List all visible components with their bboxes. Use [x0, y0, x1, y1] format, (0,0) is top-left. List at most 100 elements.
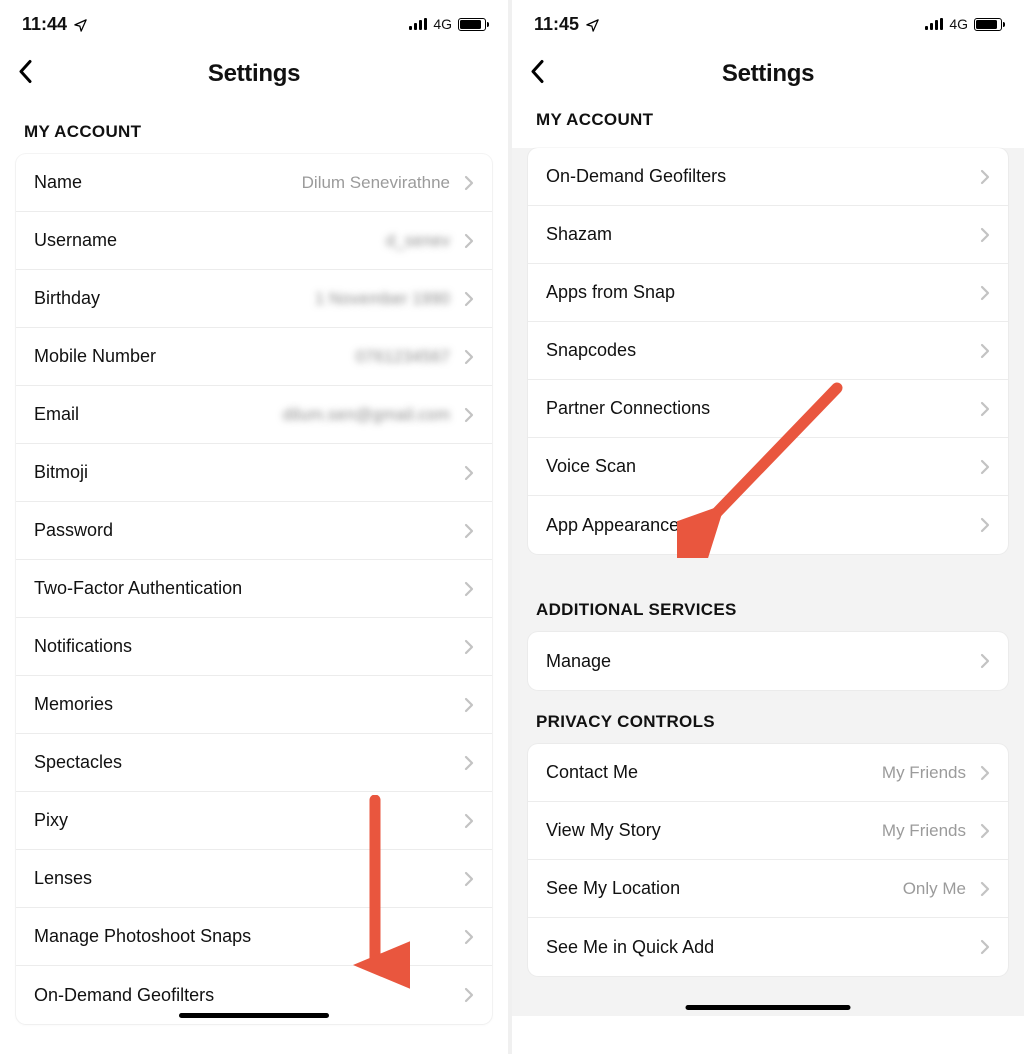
- list-item-label: Manage: [546, 651, 611, 672]
- list-item-label: Mobile Number: [34, 346, 156, 367]
- back-button[interactable]: [530, 60, 545, 89]
- list-item[interactable]: Password: [16, 502, 492, 560]
- screen-right: 11:45 4G Settings MY ACCOUNT On-Demand G…: [512, 0, 1024, 1054]
- list-item-label: Shazam: [546, 224, 612, 245]
- chevron-right-icon: [980, 285, 990, 301]
- list-item-label: Spectacles: [34, 752, 122, 773]
- list-item[interactable]: Apps from Snap: [528, 264, 1008, 322]
- chevron-right-icon: [980, 459, 990, 475]
- list-item[interactable]: App Appearance: [528, 496, 1008, 554]
- list-item-value: My Friends: [882, 821, 966, 841]
- list-item-value: Only Me: [903, 879, 966, 899]
- list-item-label: Snapcodes: [546, 340, 636, 361]
- section-header-my-account: MY ACCOUNT: [0, 100, 508, 154]
- list-item-value: 1 November 1990: [315, 289, 450, 309]
- list-item[interactable]: Shazam: [528, 206, 1008, 264]
- chevron-right-icon: [464, 175, 474, 191]
- home-indicator: [179, 1013, 329, 1018]
- section-header-my-account: MY ACCOUNT: [512, 100, 1024, 142]
- list-item-label: Memories: [34, 694, 113, 715]
- chevron-right-icon: [464, 697, 474, 713]
- list-item-label: Password: [34, 520, 113, 541]
- chevron-right-icon: [464, 929, 474, 945]
- list-item[interactable]: Manage Photoshoot Snaps: [16, 908, 492, 966]
- signal-icon: [925, 18, 943, 30]
- chevron-right-icon: [980, 823, 990, 839]
- settings-list: NameDilum SenevirathneUsernamed_senevBir…: [16, 154, 492, 1024]
- chevron-right-icon: [980, 343, 990, 359]
- list-item[interactable]: Lenses: [16, 850, 492, 908]
- signal-icon: [409, 18, 427, 30]
- battery-icon: [974, 18, 1002, 31]
- list-item[interactable]: Contact Me My Friends: [528, 744, 1008, 802]
- list-item[interactable]: View My Story My Friends: [528, 802, 1008, 860]
- list-item[interactable]: Usernamed_senev: [16, 212, 492, 270]
- list-item-label: Voice Scan: [546, 456, 636, 477]
- screen-left: 11:44 4G Settings MY ACCOUNT Name Dilum S…: [0, 0, 512, 1054]
- nav-header: Settings: [512, 48, 1024, 100]
- list-item-value: 0761234567: [355, 347, 450, 367]
- chevron-right-icon: [464, 813, 474, 829]
- list-item[interactable]: Two-Factor Authentication: [16, 560, 492, 618]
- settings-list-additional: Manage: [528, 632, 1008, 690]
- chevron-right-icon: [464, 407, 474, 423]
- settings-list-account-more: On-Demand Geofilters Shazam Apps from Snap…: [528, 148, 1008, 554]
- home-indicator: [686, 1005, 851, 1010]
- list-item-label: See Me in Quick Add: [546, 937, 714, 958]
- list-item-label: Pixy: [34, 810, 68, 831]
- list-item[interactable]: See Me in Quick Add: [528, 918, 1008, 976]
- list-item[interactable]: Birthday 1 November 1990: [16, 270, 492, 328]
- list-item-label: See My Location: [546, 878, 680, 899]
- chevron-right-icon: [980, 169, 990, 185]
- chevron-right-icon: [464, 871, 474, 887]
- list-item[interactable]: Notifications: [16, 618, 492, 676]
- chevron-right-icon: [464, 349, 474, 365]
- network-label: 4G: [949, 16, 968, 32]
- list-item[interactable]: Snapcodes: [528, 322, 1008, 380]
- chevron-right-icon: [464, 465, 474, 481]
- chevron-right-icon: [980, 227, 990, 243]
- list-item[interactable]: Memories: [16, 676, 492, 734]
- status-time: 11:44: [22, 14, 67, 35]
- list-item[interactable]: Voice Scan: [528, 438, 1008, 496]
- list-item[interactable]: Partner Connections: [528, 380, 1008, 438]
- list-item[interactable]: Bitmoji: [16, 444, 492, 502]
- chevron-right-icon: [464, 639, 474, 655]
- status-bar: 11:45 4G: [512, 0, 1024, 48]
- list-item-value: My Friends: [882, 763, 966, 783]
- nav-header: Settings: [0, 48, 508, 100]
- chevron-right-icon: [464, 523, 474, 539]
- list-item-label: Contact Me: [546, 762, 638, 783]
- list-item-label: Bitmoji: [34, 462, 88, 483]
- list-item[interactable]: Pixy: [16, 792, 492, 850]
- network-label: 4G: [433, 16, 452, 32]
- list-item-value: Dilum Senevirathne: [302, 173, 450, 193]
- list-item[interactable]: Spectacles: [16, 734, 492, 792]
- back-button[interactable]: [18, 60, 33, 89]
- list-item[interactable]: Emaildilum.sen@gmail.com: [16, 386, 492, 444]
- list-item[interactable]: Mobile Number 0761234567: [16, 328, 492, 386]
- chevron-right-icon: [464, 755, 474, 771]
- list-item[interactable]: On-Demand Geofilters: [528, 148, 1008, 206]
- list-item-label: Birthday: [34, 288, 100, 309]
- chevron-right-icon: [980, 881, 990, 897]
- list-item-label: Username: [34, 230, 117, 251]
- list-item[interactable]: See My Location Only Me: [528, 860, 1008, 918]
- location-icon: [585, 17, 600, 32]
- chevron-right-icon: [980, 517, 990, 533]
- list-item-label: Email: [34, 404, 79, 425]
- list-item[interactable]: Manage: [528, 632, 1008, 690]
- list-item-label: App Appearance: [546, 515, 679, 536]
- location-icon: [73, 17, 88, 32]
- list-item-label: Notifications: [34, 636, 132, 657]
- list-item-label: On-Demand Geofilters: [546, 166, 726, 187]
- list-item-label: Two-Factor Authentication: [34, 578, 242, 599]
- list-item-label: Partner Connections: [546, 398, 710, 419]
- chevron-right-icon: [464, 291, 474, 307]
- list-item-label: View My Story: [546, 820, 661, 841]
- chevron-right-icon: [464, 581, 474, 597]
- chevron-right-icon: [980, 653, 990, 669]
- list-item[interactable]: Name Dilum Senevirathne: [16, 154, 492, 212]
- list-item-label: Name: [34, 172, 82, 193]
- status-bar: 11:44 4G: [0, 0, 508, 48]
